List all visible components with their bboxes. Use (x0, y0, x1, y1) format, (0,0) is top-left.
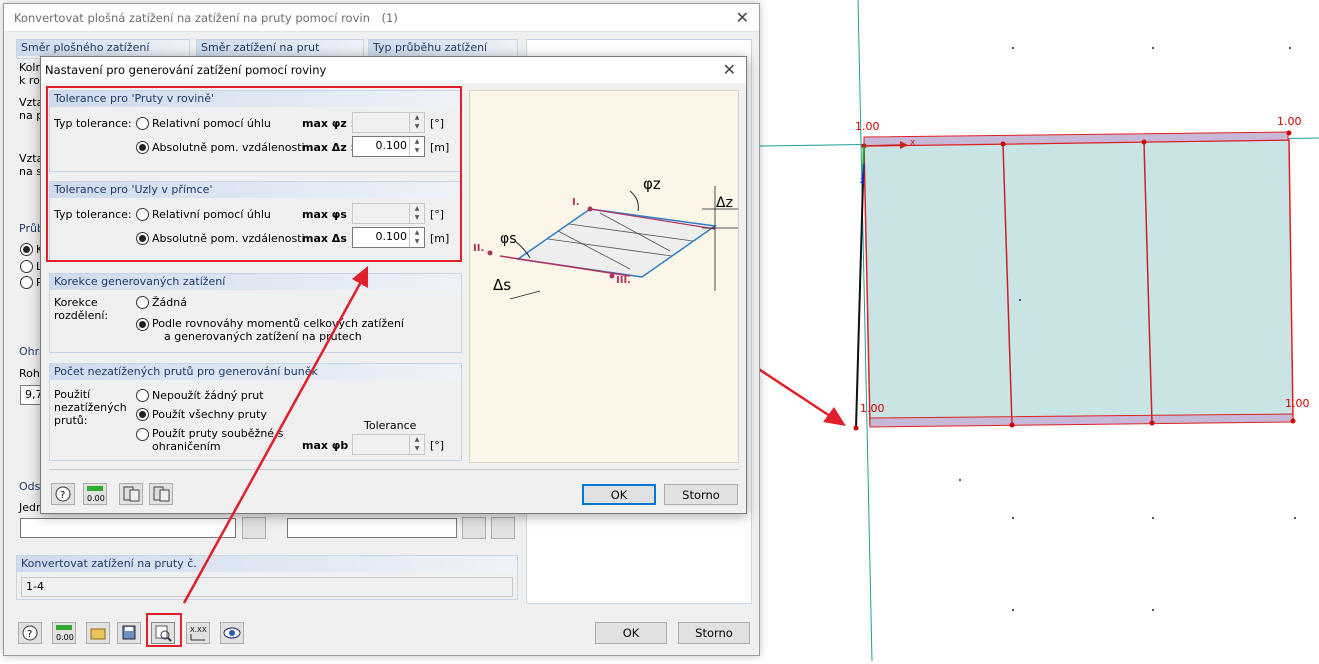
import-icon[interactable] (119, 483, 143, 505)
node-value-label: 1.00 (1277, 115, 1302, 128)
close-icon[interactable]: ✕ (736, 8, 749, 27)
group-convert-members: Konvertovat zatížení na pruty č. 1-4 (16, 555, 518, 600)
option-label: a generovaných zatížení na prutech (164, 330, 362, 343)
group-unloaded-members: Počet nezatížených prutů pro generování … (49, 363, 462, 461)
svg-text:0.00: 0.00 (87, 494, 105, 503)
units-icon[interactable]: 0.00 (83, 483, 107, 505)
local-axis-x (863, 144, 901, 147)
save-icon[interactable] (117, 622, 141, 644)
pick-icon[interactable] (242, 517, 266, 539)
node (1141, 139, 1147, 145)
group-header: Typ průběhu zatížení (369, 40, 517, 56)
dialog-title-suffix: (1) (381, 11, 398, 25)
group-header: Počet nezatížených prutů pro generování … (50, 364, 461, 380)
group-header: Konvertovat zatížení na pruty č. (17, 556, 517, 572)
max-phi-b-spinner[interactable]: ▲ ▼ (352, 434, 425, 455)
separator (49, 469, 739, 470)
dialog-titlebar: Nastavení pro generování zatížení pomocí… (41, 57, 746, 83)
diagram-label: I. (572, 197, 580, 208)
svg-text:0.00: 0.00 (56, 633, 74, 642)
group-header: Směr zatížení na prut (197, 40, 363, 56)
tolerance-diagram: I. II. III. φz φs Δz Δs (469, 90, 739, 463)
cancel-button[interactable]: Storno (678, 622, 750, 644)
node-value-label: 1.00 (860, 402, 885, 415)
radio-use-parallel[interactable] (136, 428, 149, 441)
diagram-label: III. (616, 275, 631, 286)
node (853, 425, 859, 431)
diagram-label: φz (643, 175, 661, 193)
diagram-label: II. (473, 243, 485, 254)
open-icon[interactable] (86, 622, 110, 644)
cancel-button[interactable]: Storno (664, 484, 738, 505)
option-label: Podle rovnováhy momentů celkových zatíže… (152, 317, 404, 330)
tolerance-label: Tolerance (364, 419, 417, 432)
option-label: Použít pruty souběžné s (152, 427, 284, 440)
svg-text:?: ? (27, 629, 32, 640)
close-icon[interactable]: ✕ (723, 60, 736, 79)
dialog-title: Nastavení pro generování zatížení pomocí… (45, 63, 327, 77)
diagram-label: Δz (716, 195, 733, 211)
radio-option[interactable] (20, 243, 33, 256)
members-field[interactable]: 1-4 (21, 577, 513, 597)
node (1290, 418, 1296, 424)
axis-z-label: z (860, 176, 865, 186)
export-icon[interactable] (149, 483, 173, 505)
node (1286, 130, 1292, 136)
axis-x-label: x (910, 138, 916, 148)
option-label: Použít všechny pruty (152, 408, 267, 421)
dialog-titlebar: Konvertovat plošná zatížení na zatížení … (4, 4, 759, 32)
help-icon[interactable]: ? (51, 483, 75, 505)
annotation-arrowhead (823, 407, 846, 426)
unloaded-label: Použití nezatížených prutů: (54, 388, 127, 427)
units-icon[interactable]: 0.00 (52, 622, 76, 644)
highlight-tolerance-groups (46, 86, 462, 262)
node-value-label: 1.00 (1285, 397, 1310, 410)
radio-use-none[interactable] (136, 389, 149, 402)
radio-use-all[interactable] (136, 408, 149, 421)
group-load-correction: Korekce generovaných zatížení Korekce ro… (49, 273, 462, 353)
pick-members-icon[interactable] (462, 517, 486, 539)
surface-plane (863, 139, 1294, 426)
ok-button[interactable]: OK (595, 622, 667, 644)
clear-icon[interactable] (491, 517, 515, 539)
selection-field-right[interactable] (287, 518, 457, 538)
svg-text:X.XX: X.XX (190, 626, 207, 634)
radio-moment-balance[interactable] (136, 318, 149, 331)
diagram-label: φs (500, 231, 517, 247)
view-icon[interactable] (220, 622, 244, 644)
dialog-title: Konvertovat plošná zatížení na zatížení … (14, 11, 370, 25)
option-label: ohraničením (152, 440, 221, 453)
unit-label: [°] (430, 439, 445, 452)
correction-label: Korekce rozdělení: (54, 296, 109, 322)
node-value-label: 1.00 (855, 120, 880, 133)
option-label: Žádná (152, 296, 187, 309)
radio-option[interactable] (20, 260, 33, 273)
member-edge (855, 145, 865, 429)
group-header: Směr plošného zatížení (17, 40, 189, 56)
group-header: Korekce generovaných zatížení (50, 274, 461, 290)
node (1009, 422, 1015, 428)
diagram-label: Δs (493, 276, 512, 294)
help-icon[interactable]: ? (18, 622, 42, 644)
max-phi-label: max φb : (302, 439, 357, 452)
highlight-settings-button (146, 613, 182, 647)
svg-text:?: ? (60, 490, 65, 501)
node (1149, 420, 1155, 426)
radio-no-correction[interactable] (136, 296, 149, 309)
option-label: Nepoužít žádný prut (152, 389, 264, 402)
ok-button[interactable]: OK (582, 484, 656, 505)
radio-option[interactable] (20, 276, 33, 289)
coordinate-system-icon[interactable]: X.XX (186, 622, 210, 644)
node (1000, 141, 1006, 147)
selection-field-left[interactable] (20, 518, 236, 538)
